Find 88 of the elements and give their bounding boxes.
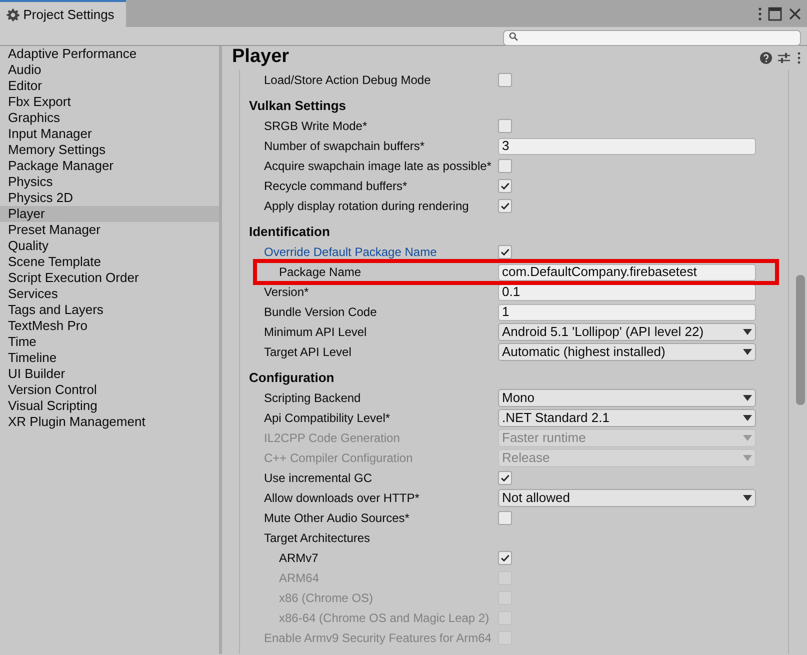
field-label: Target API Level [263,344,352,361]
tab[interactable]: Project Settings [0,0,126,27]
page-title: Player [231,46,290,69]
field-label: Recycle command buffers* [263,178,408,195]
field-label: Enable Armv9 Security Features for Arm64 [263,630,492,647]
field-label: Allow downloads over HTTP* [263,490,420,507]
dropdown[interactable]: Android 5.1 'Lollipop' (API level 22) [498,323,756,341]
sidebar-item[interactable]: Preset Manager [0,222,219,238]
field-label: SRGB Write Mode* [263,118,368,135]
dropdown[interactable]: .NET Standard 2.1 [498,409,756,427]
more-options-icon[interactable] [796,52,800,64]
sidebar-item[interactable]: XR Plugin Management [0,414,219,430]
text-field[interactable]: 3 [498,138,756,154]
sidebar-item[interactable]: Visual Scripting [0,398,219,414]
sidebar-item[interactable]: Audio [0,62,219,78]
gear-icon [6,8,20,22]
maximize-icon[interactable] [768,6,782,20]
sidebar-item[interactable]: Input Manager [0,126,219,142]
sliders-icon[interactable] [778,52,790,64]
checkbox[interactable] [498,511,512,525]
sidebar-item[interactable]: Scene Template [0,254,219,270]
field-label: Use incremental GC [263,470,374,487]
text-field[interactable]: com.DefaultCompany.firebasetest [498,264,756,280]
field-label: Scripting Backend [263,390,362,407]
field-label: Apply display rotation during rendering [263,198,470,215]
search-field[interactable] [503,30,801,46]
sidebar-item[interactable]: Tags and Layers [0,302,219,318]
checkbox[interactable] [498,119,512,133]
checkbox[interactable] [498,73,512,87]
help-icon[interactable] [760,52,772,64]
sidebar-item[interactable]: UI Builder [0,366,219,382]
caret-icon [743,415,752,421]
field-label: Number of swapchain buffers* [263,138,426,155]
checkbox[interactable] [498,199,512,213]
field-label: x86-64 (Chrome OS and Magic Leap 2) [278,610,490,627]
caret-icon [743,455,752,461]
sidebar-item[interactable]: Quality [0,238,219,254]
field-label: Acquire swapchain image late as possible* [263,158,492,175]
sidebar-item[interactable]: Physics [0,174,219,190]
checkbox[interactable] [498,179,512,193]
sidebar-item[interactable]: Adaptive Performance [0,46,219,62]
checkbox[interactable] [498,471,512,485]
sidebar-item[interactable]: Graphics [0,110,219,126]
checkbox[interactable] [498,551,512,565]
field-label: Version* [263,284,310,301]
field-label: Override Default Package Name [263,244,438,261]
field-label: Bundle Version Code [263,304,378,321]
sidebar-item[interactable]: Package Manager [0,158,219,174]
field-label: Mute Other Audio Sources* [263,510,410,527]
more-options-icon[interactable] [758,6,762,20]
field-label: Load/Store Action Debug Mode [263,72,432,89]
section-header: Identification [248,223,331,241]
field-label: C++ Compiler Configuration [263,450,414,467]
field-label: Package Name [278,264,362,281]
caret-icon [743,395,752,401]
field-label: ARMv7 [278,550,320,567]
sidebar-item[interactable]: Fbx Export [0,94,219,110]
section-header: Vulkan Settings [248,97,348,115]
sidebar-item[interactable]: Memory Settings [0,142,219,158]
close-icon[interactable] [788,8,800,20]
sidebar-item[interactable]: Version Control [0,382,219,398]
sidebar-item[interactable]: Script Execution Order [0,270,219,286]
checkbox[interactable] [498,245,512,259]
checkbox[interactable] [498,159,512,173]
field-label: Api Compatibility Level* [263,410,392,427]
field-label: ARM64 [278,570,320,587]
sidebar-item[interactable]: Services [0,286,219,302]
text-field[interactable]: 0.1 [498,284,756,300]
sidebar-item[interactable]: Editor [0,78,219,94]
caret-icon [743,495,752,501]
sidebar-item[interactable]: TextMesh Pro [0,318,219,334]
dropdown[interactable]: Not allowed [498,489,756,507]
dropdown[interactable]: Mono [498,389,756,407]
dropdown[interactable]: Automatic (highest installed) [498,343,756,361]
search-icon [509,32,518,41]
sidebar-item[interactable]: Player [0,206,219,222]
field-label: Target Architectures [263,530,372,547]
sidebar-item[interactable]: Timeline [0,350,219,366]
field-label: IL2CPP Code Generation [263,430,401,447]
section-header: Configuration [248,369,336,387]
caret-icon [743,435,752,441]
field-label: x86 (Chrome OS) [278,590,374,607]
caret-icon [743,349,752,355]
caret-icon [743,329,752,335]
text-field[interactable]: 1 [498,304,756,320]
field-label: Minimum API Level [263,324,368,341]
sidebar-item[interactable]: Physics 2D [0,190,219,206]
sidebar-item[interactable]: Time [0,334,219,350]
